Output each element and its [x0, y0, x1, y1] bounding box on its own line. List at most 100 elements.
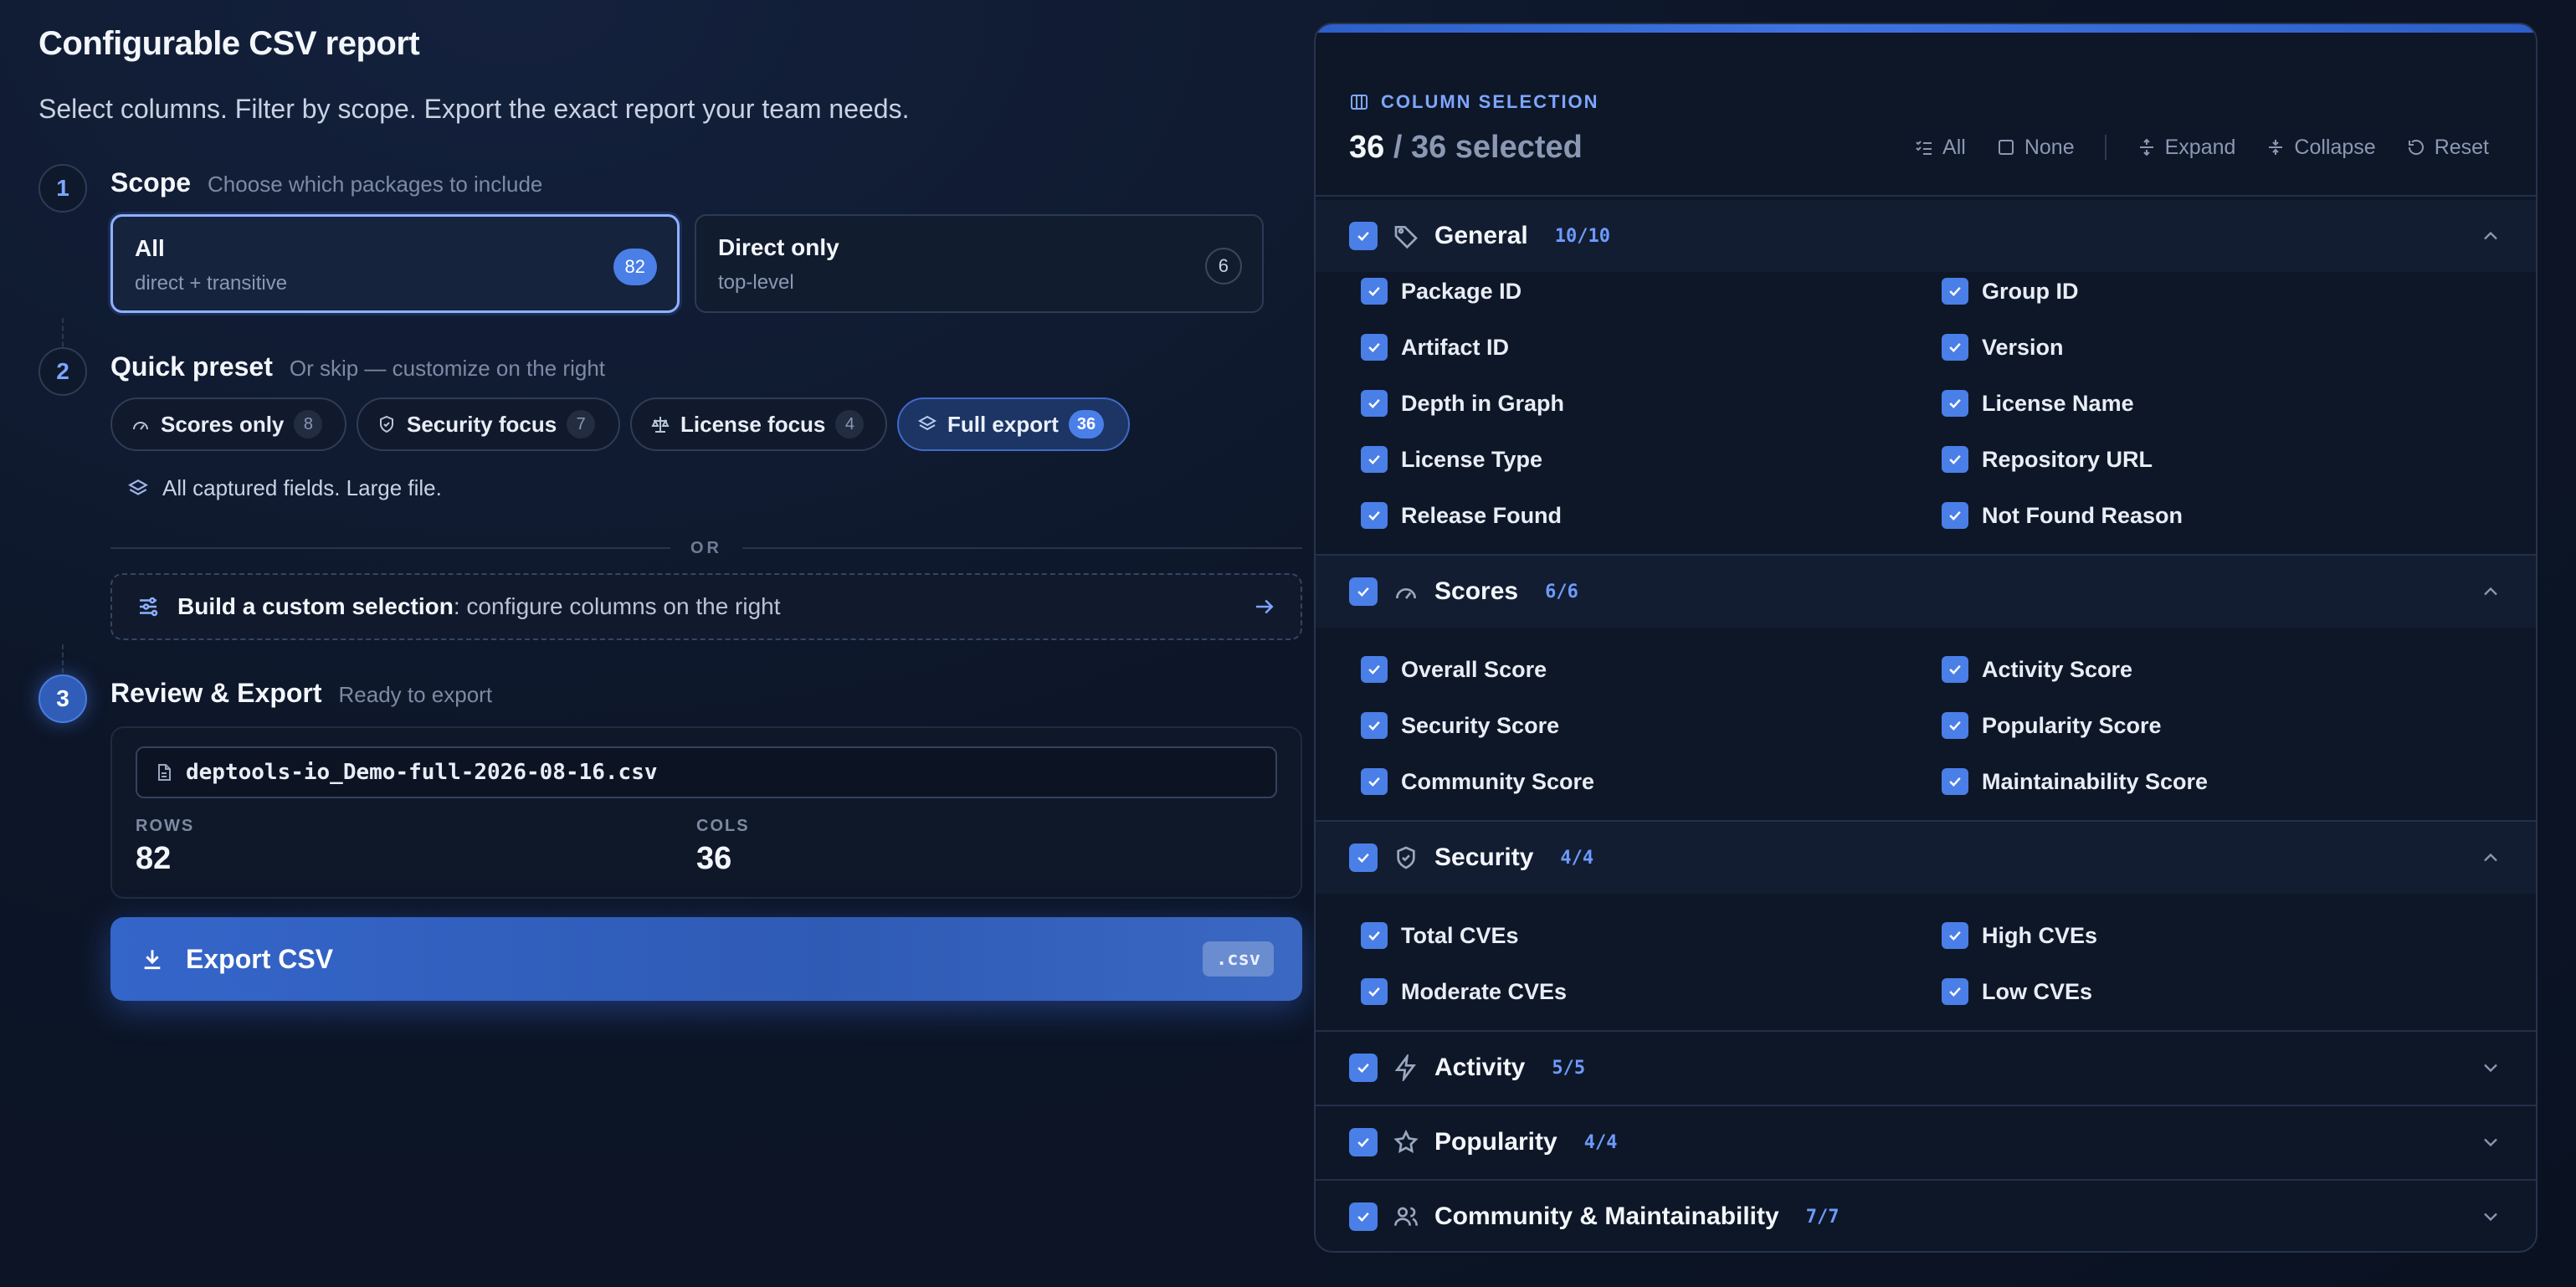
expand-all-button[interactable]: Expand: [2137, 136, 2235, 160]
chevron-down-icon[interactable]: [2479, 1205, 2502, 1228]
group-checkbox[interactable]: [1349, 1054, 1378, 1082]
or-divider: OR: [110, 536, 1302, 561]
column-item[interactable]: Popularity Score: [1942, 712, 2162, 739]
column-checkbox[interactable]: [1942, 978, 1968, 1005]
column-checkbox[interactable]: [1361, 278, 1388, 305]
column-item[interactable]: Version: [1942, 334, 2064, 361]
column-checkbox[interactable]: [1361, 334, 1388, 361]
column-checkbox[interactable]: [1361, 390, 1388, 417]
column-checkbox[interactable]: [1942, 656, 1968, 683]
chevron-up-icon[interactable]: [2479, 846, 2502, 869]
column-checkbox[interactable]: [1942, 390, 1968, 417]
column-checkbox[interactable]: [1942, 278, 1968, 305]
column-label: Popularity Score: [1982, 712, 2162, 738]
column-checkbox[interactable]: [1361, 922, 1388, 949]
selected-count-value: 36: [1349, 130, 1385, 165]
scope-option-direct[interactable]: Direct only top-level 6: [695, 214, 1264, 313]
preset-security-focus[interactable]: Security focus 7: [357, 397, 620, 451]
column-item[interactable]: Depth in Graph: [1361, 390, 1564, 417]
column-label: License Name: [1982, 390, 2134, 416]
filename-field[interactable]: deptools-io_Demo-full-2026-08-16.csv: [136, 746, 1277, 798]
column-item[interactable]: License Name: [1942, 390, 2134, 417]
select-all-button[interactable]: All: [1914, 136, 1966, 160]
column-label: Not Found Reason: [1982, 502, 2183, 528]
chevron-down-icon[interactable]: [2479, 1056, 2502, 1079]
column-checkbox[interactable]: [1361, 768, 1388, 795]
column-item[interactable]: License Type: [1361, 446, 1542, 473]
check-icon: [1357, 1063, 1369, 1073]
column-checkbox[interactable]: [1361, 656, 1388, 683]
group-header-scores[interactable]: Scores 6/6: [1316, 556, 2536, 628]
column-item[interactable]: Group ID: [1942, 278, 2079, 305]
column-item[interactable]: Maintainability Score: [1942, 768, 2208, 795]
preset-full-export[interactable]: Full export 36: [897, 397, 1130, 451]
preset-scores-only[interactable]: Scores only 8: [110, 397, 346, 451]
column-item[interactable]: High CVEs: [1942, 922, 2097, 949]
column-item[interactable]: Overall Score: [1361, 656, 1547, 683]
column-checkbox[interactable]: [1942, 334, 1968, 361]
column-checkbox[interactable]: [1361, 712, 1388, 739]
column-label: License Type: [1401, 446, 1543, 472]
selected-count-total: / 36 selected: [1393, 130, 1583, 165]
group-header-popularity[interactable]: Popularity 4/4: [1316, 1106, 2536, 1178]
group-count: 4/4: [1560, 847, 1594, 869]
check-icon: [1949, 777, 1961, 787]
group-checkbox[interactable]: [1349, 843, 1378, 872]
column-checkbox[interactable]: [1942, 712, 1968, 739]
group-checkbox[interactable]: [1349, 222, 1378, 250]
chevron-up-icon[interactable]: [2479, 580, 2502, 603]
group-header-security[interactable]: Security 4/4: [1316, 822, 2536, 894]
column-item[interactable]: Repository URL: [1942, 446, 2153, 473]
column-checkbox[interactable]: [1361, 446, 1388, 473]
step-1-title: Scope Choose which packages to include: [110, 167, 542, 198]
group-checkbox[interactable]: [1349, 577, 1378, 606]
column-checkbox[interactable]: [1942, 922, 1968, 949]
column-item[interactable]: Community Score: [1361, 768, 1594, 795]
group-checkbox[interactable]: [1349, 1202, 1378, 1231]
check-icon: [1357, 1212, 1369, 1222]
gauge-icon: [133, 422, 148, 430]
column-item[interactable]: Activity Score: [1942, 656, 2132, 683]
step-1-title-text: Scope: [110, 167, 192, 197]
preset-license-focus[interactable]: License focus 4: [630, 397, 887, 451]
column-item[interactable]: Package ID: [1361, 278, 1521, 305]
column-checkbox[interactable]: [1361, 978, 1388, 1005]
custom-selection-link[interactable]: Build a custom selection: configure colu…: [110, 573, 1302, 640]
column-item[interactable]: Moderate CVEs: [1361, 978, 1567, 1005]
group-header-activity[interactable]: Activity 5/5: [1316, 1032, 2536, 1104]
shield-icon: [380, 415, 393, 433]
or-label: OR: [690, 538, 722, 557]
file-icon: [158, 764, 171, 781]
scope-option-subtitle: top-level: [718, 271, 794, 294]
collapse-all-button[interactable]: Collapse: [2266, 136, 2376, 160]
group-checkbox[interactable]: [1349, 1128, 1378, 1156]
check-icon: [1949, 286, 1961, 296]
column-item[interactable]: Artifact ID: [1361, 334, 1509, 361]
cols-label: COLS: [696, 817, 750, 835]
select-none-button[interactable]: None: [1996, 136, 2075, 160]
column-item[interactable]: Total CVEs: [1361, 922, 1519, 949]
check-icon: [1949, 454, 1961, 464]
scope-option-all[interactable]: All direct + transitive 82: [110, 214, 680, 313]
download-icon: [144, 950, 161, 970]
column-checkbox[interactable]: [1942, 502, 1968, 529]
expand-icon: [2139, 138, 2153, 156]
column-item[interactable]: Release Found: [1361, 502, 1562, 529]
export-csv-button[interactable]: Export CSV .csv: [110, 917, 1302, 1001]
column-item[interactable]: Security Score: [1361, 712, 1559, 739]
group-header-community[interactable]: Community & Maintainability 7/7: [1316, 1181, 2536, 1251]
chevron-down-icon[interactable]: [2479, 1131, 2502, 1154]
column-item[interactable]: Not Found Reason: [1942, 502, 2183, 529]
column-item[interactable]: Low CVEs: [1942, 978, 2092, 1005]
column-checkbox[interactable]: [1942, 446, 1968, 473]
layers-icon: [128, 479, 148, 495]
column-checkbox[interactable]: [1942, 768, 1968, 795]
column-checkbox[interactable]: [1361, 502, 1388, 529]
group-header-general[interactable]: General 10/10: [1316, 200, 2536, 272]
check-icon: [1368, 720, 1380, 731]
bolt-icon: [1394, 1054, 1416, 1081]
group-title: Popularity: [1434, 1128, 1557, 1156]
reset-button[interactable]: Reset: [2406, 136, 2489, 160]
chevron-up-icon[interactable]: [2479, 224, 2502, 248]
check-icon: [1368, 398, 1380, 408]
